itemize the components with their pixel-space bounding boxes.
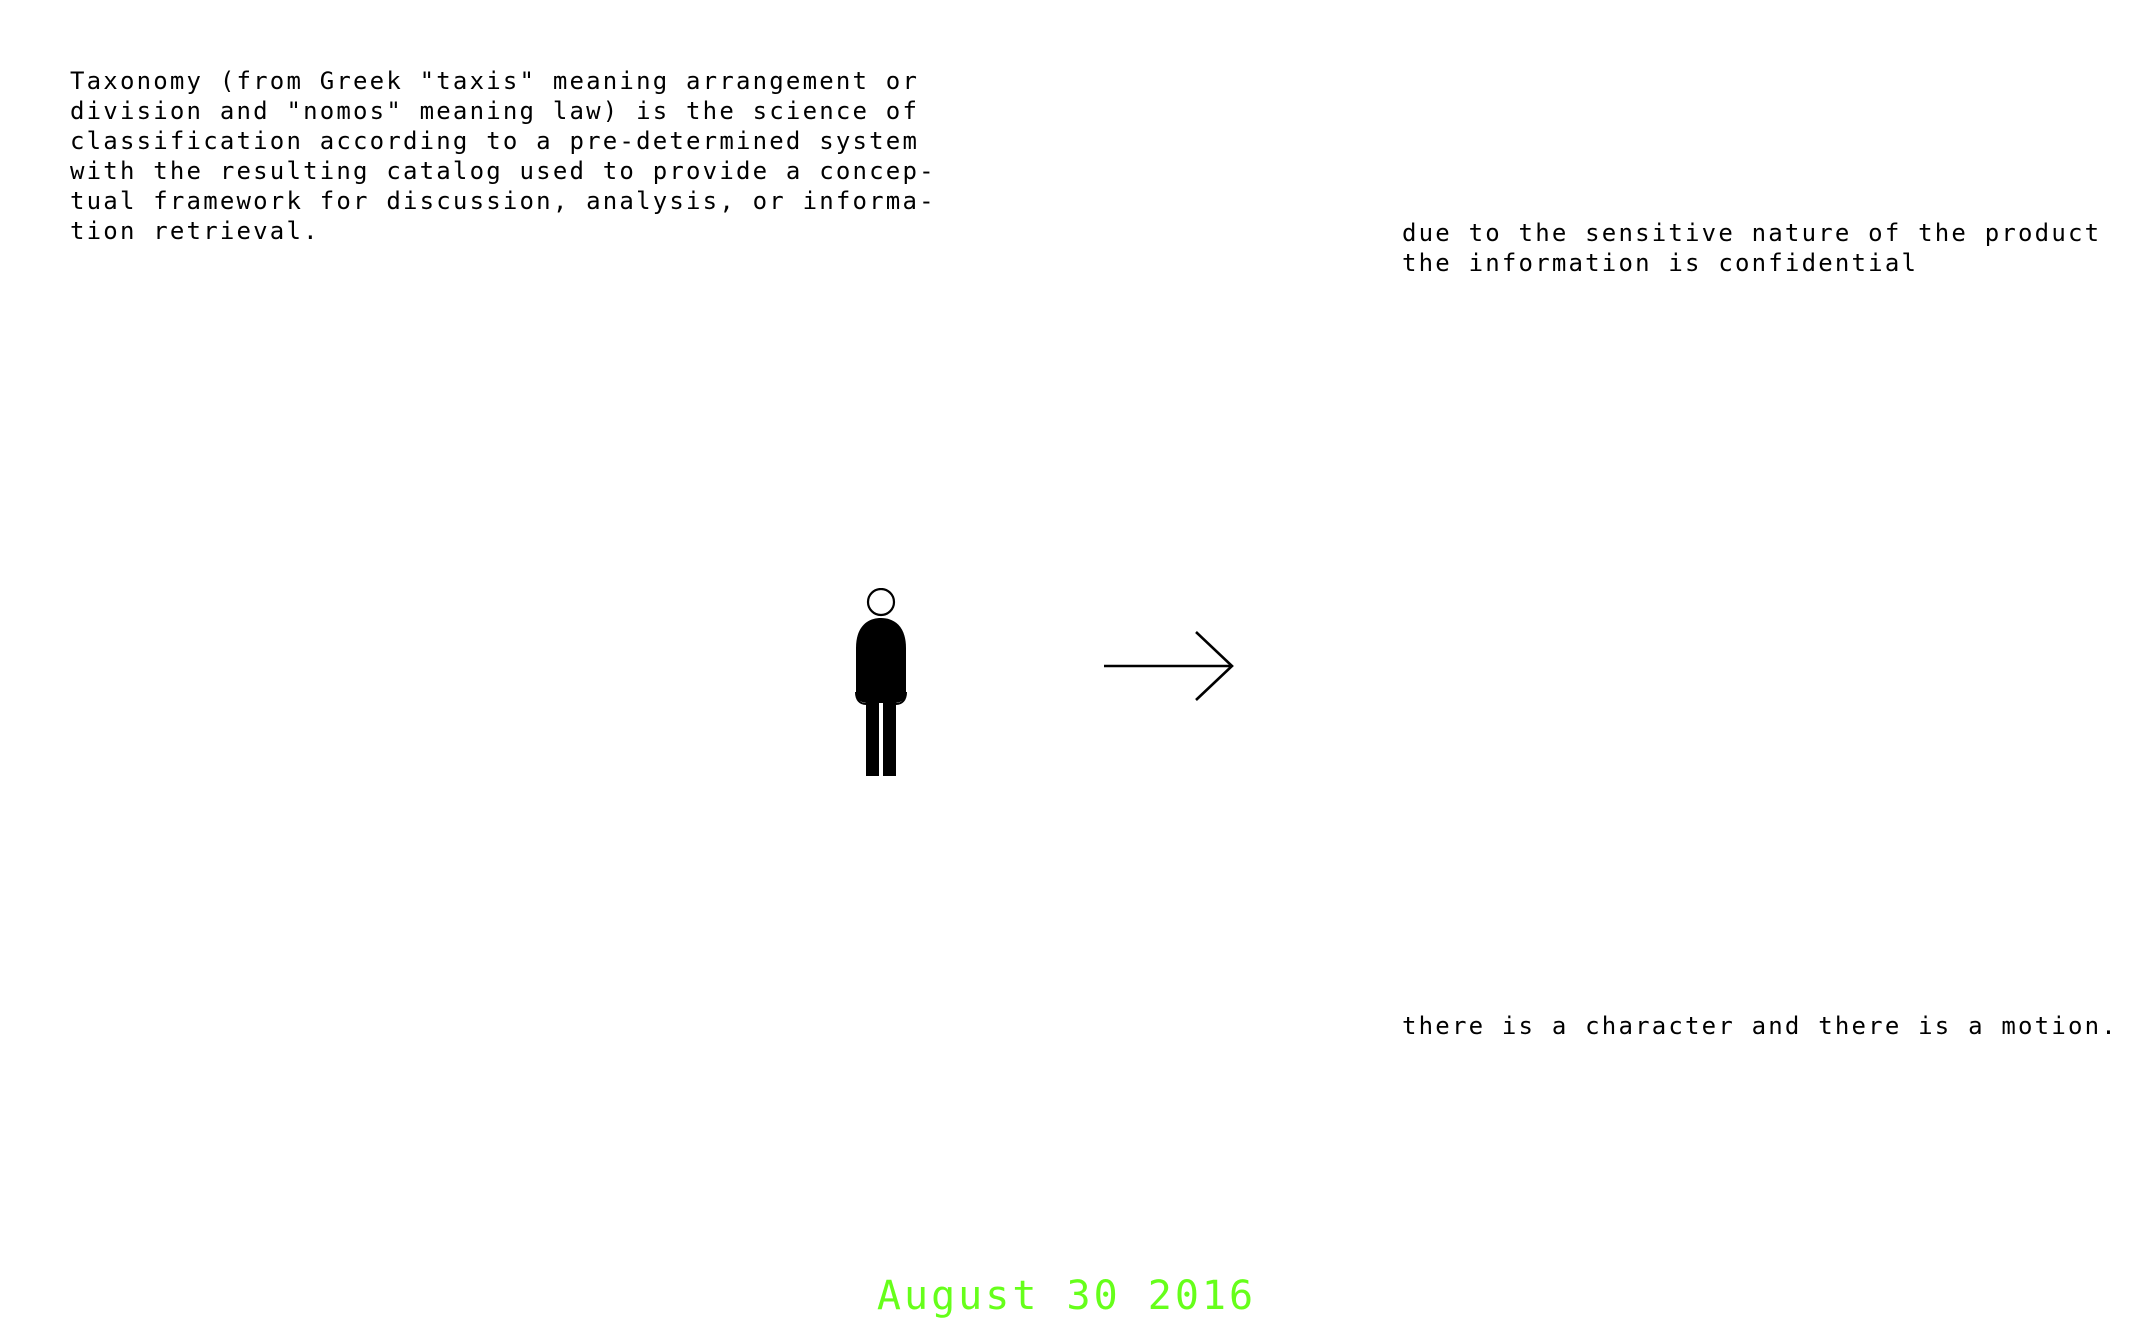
- person-torso: [856, 618, 906, 703]
- confidential-line: due to the sensitive nature of the produ…: [1402, 219, 2102, 247]
- confidential-line: the information is confidential: [1402, 249, 1919, 277]
- person-head: [866, 588, 896, 617]
- date-label: August 30 2016: [876, 1273, 1257, 1319]
- taxonomy-line: tual framework for discussion, analysis,…: [70, 187, 936, 215]
- person-right-leg: [883, 700, 896, 776]
- taxonomy-paragraph: Taxonomy (from Greek "taxis" meaning arr…: [70, 66, 936, 246]
- person-left-leg: [866, 700, 879, 776]
- motion-note: there is a character and there is a moti…: [1402, 1011, 2118, 1041]
- confidential-note: due to the sensitive nature of the produ…: [1402, 218, 2101, 278]
- taxonomy-line: tion retrieval.: [70, 217, 320, 245]
- arrow-right-icon: [1104, 631, 1234, 701]
- taxonomy-line: division and "nomos" meaning law) is the…: [70, 97, 920, 125]
- taxonomy-line: with the resulting catalog used to provi…: [70, 157, 936, 185]
- taxonomy-line: classification according to a pre-determ…: [70, 127, 920, 155]
- person-icon: [855, 588, 907, 776]
- taxonomy-line: Taxonomy (from Greek "taxis" meaning arr…: [70, 67, 920, 95]
- motion-line: there is a character and there is a moti…: [1402, 1012, 2118, 1040]
